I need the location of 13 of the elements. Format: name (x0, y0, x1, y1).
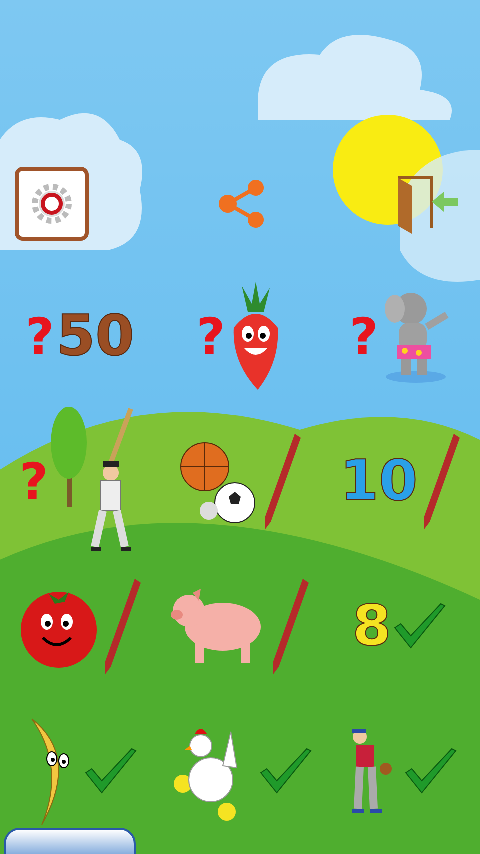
question-mark: ? (349, 312, 378, 362)
checkmark-icon (259, 746, 313, 796)
question-mark: ? (26, 312, 55, 362)
number-text: 8 (352, 598, 392, 654)
question-mark: ? (196, 312, 226, 362)
checkmark-icon (393, 602, 448, 652)
question-mark: ? (19, 456, 48, 506)
number-text: 50 (56, 308, 134, 364)
settings-button[interactable] (15, 167, 89, 241)
settings-icon (32, 184, 72, 224)
number-text: 10 (340, 454, 418, 510)
checkmark-icon (84, 746, 138, 796)
checkmark-icon (404, 746, 458, 796)
